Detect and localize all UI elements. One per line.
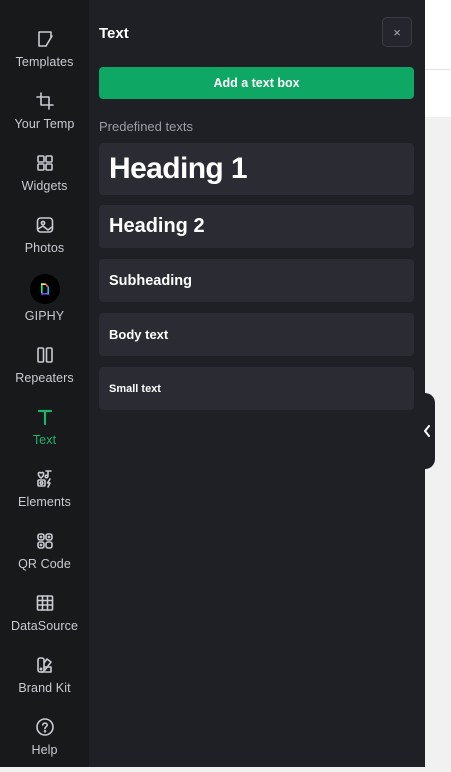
sidebar-item-label: DataSource bbox=[10, 619, 78, 633]
sidebar-item-widgets[interactable]: Widgets bbox=[0, 150, 89, 208]
qr-code-icon bbox=[34, 530, 56, 552]
panel-title: Text bbox=[99, 25, 129, 42]
sidebar-item-datasource[interactable]: DataSource bbox=[0, 590, 89, 648]
add-text-box-button[interactable]: Add a text box bbox=[99, 67, 414, 99]
sidebar-item-label: Widgets bbox=[21, 179, 68, 193]
text-icon bbox=[34, 406, 56, 428]
canvas-divider bbox=[425, 69, 451, 70]
sidebar-item-brand-kit[interactable]: Brand Kit bbox=[0, 652, 89, 710]
chevron-left-icon bbox=[422, 425, 432, 437]
collapse-panel-button[interactable] bbox=[419, 393, 435, 469]
preset-heading-2[interactable]: Heading 2 bbox=[99, 205, 414, 248]
sidebar-item-label: Text bbox=[32, 433, 57, 447]
brand-kit-icon bbox=[34, 654, 56, 676]
giphy-icon bbox=[29, 274, 60, 304]
sidebar-item-label: Repeaters bbox=[15, 371, 74, 385]
sidebar-item-qr-code[interactable]: QR Code bbox=[0, 528, 89, 586]
text-panel: Text × Add a text box Predefined texts H… bbox=[89, 0, 425, 767]
templates-icon bbox=[34, 28, 56, 50]
help-icon bbox=[34, 716, 56, 738]
predefined-texts-label: Predefined texts bbox=[99, 119, 193, 134]
sidebar-item-label: Brand Kit bbox=[18, 681, 71, 695]
widgets-icon bbox=[34, 152, 56, 174]
close-icon: × bbox=[393, 24, 401, 40]
sidebar-item-label: GIPHY bbox=[24, 309, 65, 323]
sidebar-item-photos[interactable]: Photos bbox=[0, 212, 89, 270]
sidebar-item-your-templates[interactable]: Your Temp bbox=[0, 88, 89, 146]
repeaters-icon bbox=[34, 344, 56, 366]
canvas-area bbox=[425, 0, 451, 117]
sidebar-item-templates[interactable]: Templates bbox=[0, 26, 89, 84]
sidebar-item-label: Help bbox=[31, 743, 58, 757]
crop-icon bbox=[34, 90, 56, 112]
preset-body-text[interactable]: Body text bbox=[99, 313, 414, 356]
table-icon bbox=[34, 592, 56, 614]
sidebar-item-help[interactable]: Help bbox=[0, 714, 89, 772]
sidebar-item-repeaters[interactable]: Repeaters bbox=[0, 342, 89, 400]
sidebar-item-text[interactable]: Text bbox=[0, 404, 89, 462]
sidebar-item-label: Elements bbox=[18, 495, 71, 509]
preset-heading-1[interactable]: Heading 1 bbox=[99, 143, 414, 195]
sidebar-item-label: Templates bbox=[15, 55, 74, 69]
sidebar-item-elements[interactable]: Elements bbox=[0, 466, 89, 524]
sidebar-item-giphy[interactable]: GIPHY bbox=[0, 272, 89, 330]
sidebar-item-label: Your Temp bbox=[14, 117, 75, 131]
close-button[interactable]: × bbox=[382, 17, 412, 47]
preset-small-text[interactable]: Small text bbox=[99, 367, 414, 410]
sidebar-item-label: Photos bbox=[24, 241, 65, 255]
preset-subheading[interactable]: Subheading bbox=[99, 259, 414, 302]
sidebar-nav: Templates Your Temp Widgets Photos GIPHY bbox=[0, 0, 89, 767]
sidebar-item-label: QR Code bbox=[18, 557, 71, 571]
photo-icon bbox=[34, 214, 56, 236]
elements-icon bbox=[34, 468, 56, 490]
